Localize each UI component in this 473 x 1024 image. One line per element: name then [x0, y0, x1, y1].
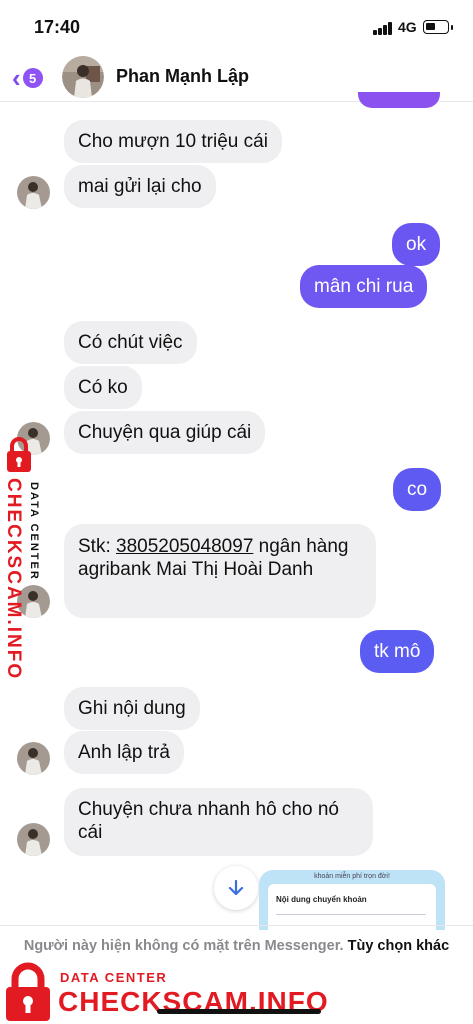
- footer-divider: [0, 925, 473, 926]
- sender-avatar-icon[interactable]: [17, 823, 50, 856]
- image-attachment-preview[interactable]: khoản miễn phí trọn đời! Nội dung chuyển…: [259, 870, 445, 930]
- message-outgoing[interactable]: tk mô: [360, 630, 435, 673]
- scroll-to-bottom-button[interactable]: [214, 866, 258, 910]
- sender-avatar-icon[interactable]: [17, 176, 50, 209]
- lock-icon: [7, 437, 31, 472]
- message-incoming[interactable]: Anh lập trả: [64, 731, 184, 774]
- message-incoming[interactable]: Chuyện qua giúp cái: [64, 411, 266, 454]
- message-incoming[interactable]: Có ko: [64, 366, 142, 409]
- chevron-left-icon: ‹: [12, 63, 21, 93]
- watermark-sub-text: DATA CENTER: [28, 482, 40, 581]
- home-indicator: [157, 1009, 321, 1014]
- stk-label: Stk:: [78, 536, 117, 557]
- partial-outgoing-bubble: [358, 92, 440, 108]
- contact-avatar-icon[interactable]: [62, 56, 104, 98]
- message-outgoing[interactable]: co: [393, 468, 442, 511]
- preview-card: Nội dung chuyển khoản: [268, 884, 436, 930]
- message-incoming[interactable]: Chuyện chưa nhanh hô cho nó cái: [64, 788, 373, 856]
- message-incoming[interactable]: Có chút việc: [64, 321, 197, 364]
- message-outgoing[interactable]: mân chi rua: [300, 265, 428, 308]
- watermark-sub-text: DATA CENTER: [60, 970, 168, 985]
- lock-icon: [6, 962, 50, 1021]
- message-incoming-bank[interactable]: Stk: 3805205048097 ngân hàng agribank Ma…: [64, 524, 376, 618]
- message-incoming[interactable]: Ghi nội dung: [64, 687, 200, 730]
- watermark-bottom: DATA CENTER CHECKSCAM.INFO: [4, 962, 328, 1024]
- offline-notice: Người này hiện không có mặt trên Messeng…: [0, 936, 473, 956]
- status-bar: 17:40 4G: [0, 0, 473, 56]
- more-options-link[interactable]: Tùy chọn khác: [348, 938, 450, 954]
- status-time: 17:40: [34, 17, 81, 37]
- battery-icon: [423, 20, 449, 34]
- preview-card-label: Nội dung chuyển khoản: [276, 895, 367, 904]
- offline-notice-text: Người này hiện không có mặt trên Messeng…: [23, 938, 344, 954]
- contact-name[interactable]: Phan Mạnh Lập: [116, 66, 249, 87]
- watermark-vertical: CHECKSCAM.INFO DATA CENTER: [3, 478, 44, 680]
- sender-avatar-icon[interactable]: [17, 742, 50, 775]
- watermark-main-text: CHECKSCAM.INFO: [3, 478, 24, 681]
- signal-icon: [373, 22, 392, 35]
- message-outgoing[interactable]: ok: [392, 223, 441, 266]
- network-type: 4G: [398, 19, 417, 35]
- preview-caption: khoản miễn phí trọn đời!: [314, 873, 390, 880]
- back-button[interactable]: ‹ 5: [12, 62, 43, 94]
- account-number-link[interactable]: 3805205048097: [116, 536, 253, 557]
- preview-card-line: [276, 914, 426, 915]
- battery-nub: [451, 25, 453, 30]
- message-incoming[interactable]: mai gửi lại cho: [64, 165, 216, 208]
- arrow-down-icon: [228, 879, 244, 896]
- message-incoming[interactable]: Cho mượn 10 triệu cái: [64, 120, 282, 163]
- unread-badge: 5: [22, 68, 43, 88]
